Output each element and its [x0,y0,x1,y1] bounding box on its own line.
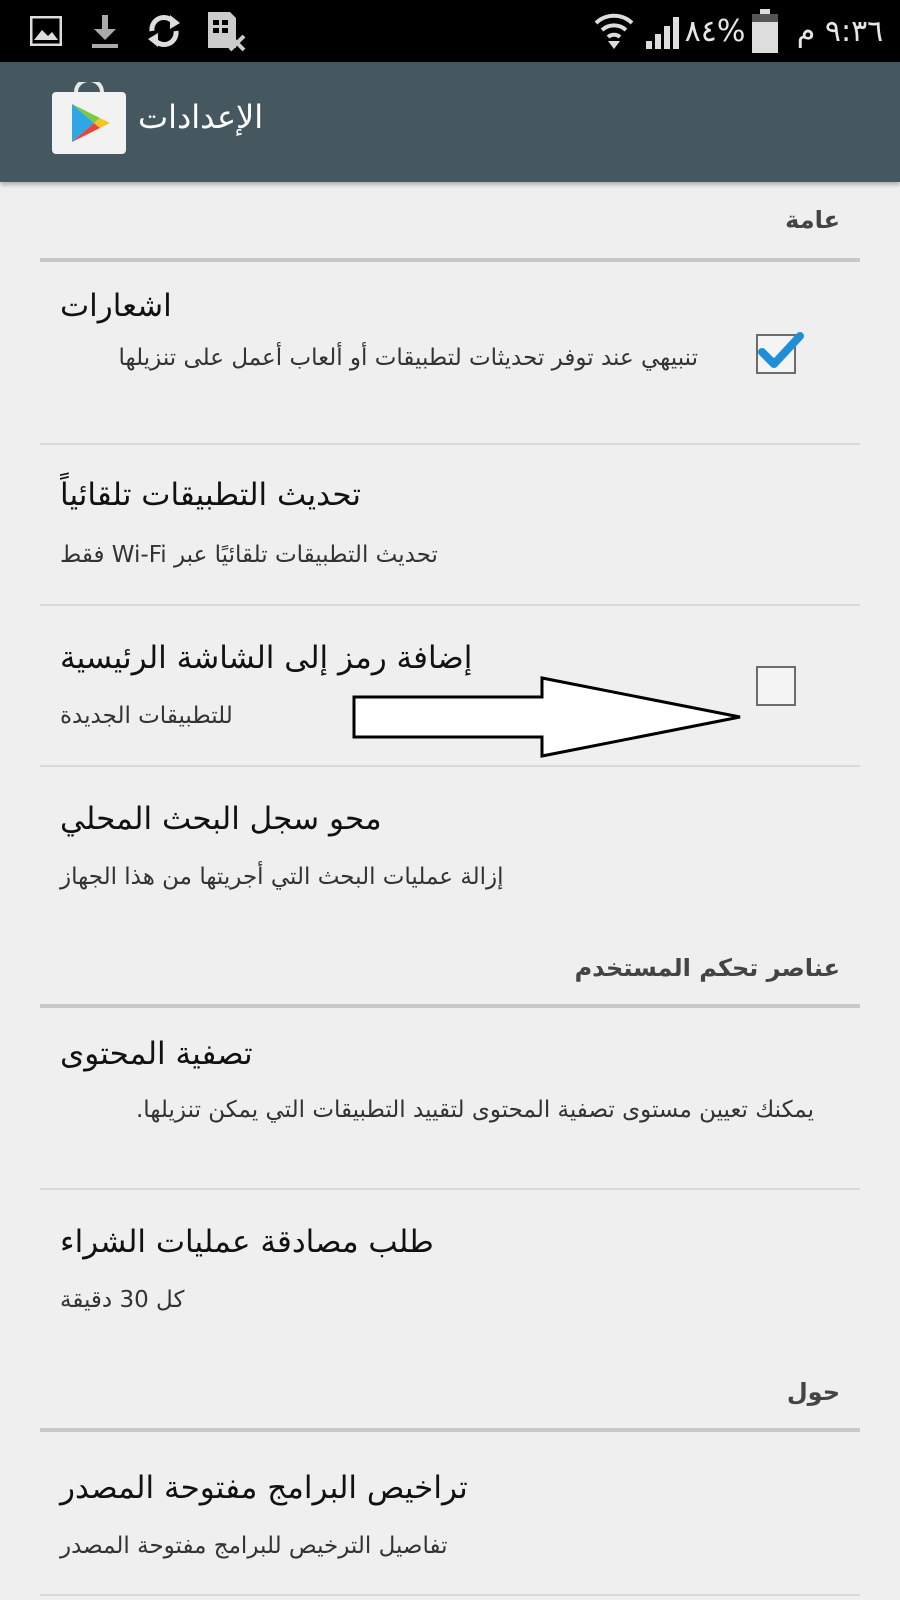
setting-subtitle: تحديث التطبيقات تلقائيًا عبر Wi-Fi فقط [60,542,438,568]
setting-title: محو سجل البحث المحلي [60,801,382,837]
gallery-notification-icon [28,0,64,62]
section-header-about: حول [786,1378,840,1406]
setting-content-filter[interactable]: تصفية المحتوى يمكنك تعيين مستوى تصفية ال… [0,1008,900,1188]
download-notification-icon [88,0,122,62]
clock: ٩:٣٦ م [796,13,884,49]
setting-subtitle: تفاصيل الترخيص للبرامج مفتوحة المصدر [60,1533,448,1559]
sync-notification-icon [142,0,186,62]
section-header-general: عامة [785,206,840,234]
arrow-annotation-icon [352,676,744,762]
setting-title: تحديث التطبيقات تلقائياً [60,477,361,513]
setting-subtitle: للتطبيقات الجديدة [60,703,233,729]
add-icon-checkbox[interactable] [756,666,796,706]
divider [40,1594,860,1596]
setting-title: تصفية المحتوى [60,1036,253,1072]
setting-licenses[interactable]: تراخيص البرامج مفتوحة المصدر تفاصيل التر… [0,1432,900,1592]
signal-icon [642,0,686,62]
play-store-icon[interactable] [50,78,128,156]
setting-title: طلب مصادقة عمليات الشراء [60,1224,434,1260]
action-bar: الإعدادات [0,62,900,182]
section-header-user-controls: عناصر تحكم المستخدم [574,954,840,982]
notifications-checkbox[interactable] [756,332,804,374]
setting-purchase-auth[interactable]: طلب مصادقة عمليات الشراء كل 30 دقيقة [0,1190,900,1340]
setting-subtitle: تنبيهي عند توفر تحديثات لتطبيقات أو ألعا… [118,345,698,371]
setting-title: تراخيص البرامج مفتوحة المصدر [60,1470,468,1506]
setting-clear-history[interactable]: محو سجل البحث المحلي إزالة عمليات البحث … [0,767,900,917]
battery-percent: ٨٤% [684,13,746,49]
setting-subtitle: إزالة عمليات البحث التي أجريتها من هذا ا… [60,864,504,890]
setting-title: إضافة رمز إلى الشاشة الرئيسية [60,640,473,676]
setting-title: اشعارات [60,288,172,324]
status-bar: ٨٤% ٩:٣٦ م [0,0,900,62]
setting-notifications[interactable]: اشعارات تنبيهي عند توفر تحديثات لتطبيقات… [0,262,900,444]
sim-error-icon [204,0,248,62]
setting-auto-update[interactable]: تحديث التطبيقات تلقائياً تحديث التطبيقات… [0,445,900,605]
setting-subtitle: كل 30 دقيقة [60,1287,185,1313]
checkmark-icon [758,332,804,368]
battery-icon [748,0,782,62]
wifi-icon [594,0,634,62]
page-title: الإعدادات [138,98,264,136]
setting-subtitle: يمكنك تعيين مستوى تصفية المحتوى لتقييد ا… [136,1097,814,1123]
